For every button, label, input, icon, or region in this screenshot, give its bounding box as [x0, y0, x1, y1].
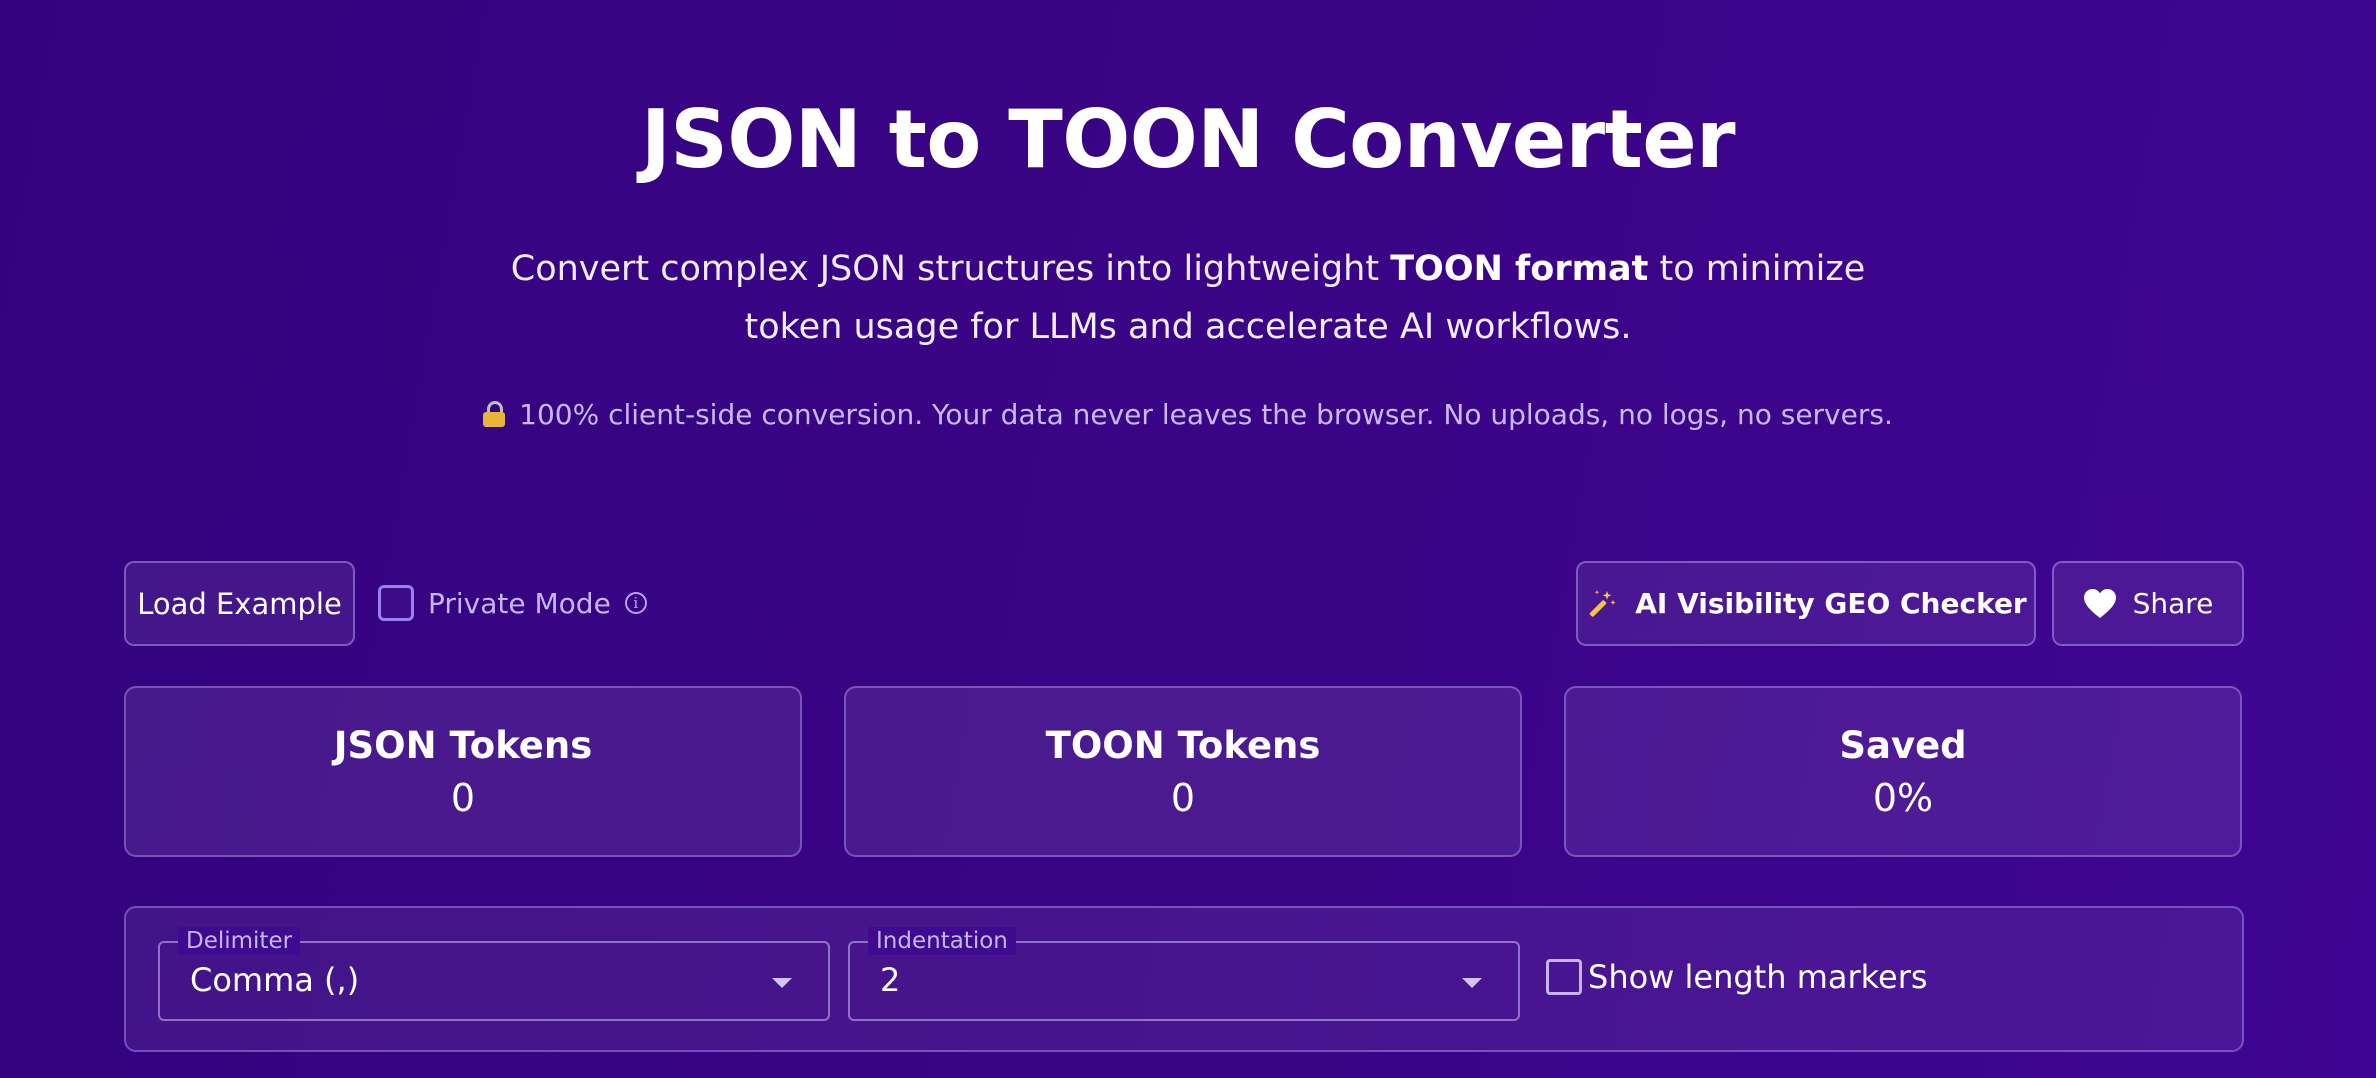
chevron-down-icon: [1462, 978, 1482, 988]
indentation-label: Indentation: [868, 927, 1016, 955]
options-panel: Delimiter Comma (,) Indentation 2 Show l…: [124, 906, 2244, 1052]
share-label: Share: [2132, 587, 2214, 620]
converter-page: JSON to TOON Converter Convert complex J…: [0, 0, 2376, 1078]
private-mode-label: Private Mode: [428, 586, 611, 620]
page-title: JSON to TOON Converter: [640, 93, 1736, 186]
saved-label: Saved: [1839, 724, 1967, 767]
geo-checker-button[interactable]: AI Visibility GEO Checker: [1576, 561, 2036, 646]
length-markers-checkbox[interactable]: [1546, 959, 1582, 995]
saved-card: Saved 0%: [1564, 686, 2242, 857]
private-mode-checkbox[interactable]: [378, 585, 414, 621]
privacy-note-text: 100% client-side conversion. Your data n…: [519, 398, 1893, 431]
delimiter-value: Comma (,): [190, 961, 360, 999]
json-tokens-card: JSON Tokens 0: [124, 686, 802, 857]
saved-value: 0%: [1872, 776, 1934, 820]
indentation-select[interactable]: Indentation 2: [848, 927, 1520, 1021]
toon-tokens-card: TOON Tokens 0: [844, 686, 1522, 857]
toon-tokens-label: TOON Tokens: [1045, 724, 1321, 767]
length-markers-label: Show length markers: [1588, 958, 1928, 996]
private-mode-toggle[interactable]: Private Mode i: [378, 580, 647, 626]
delimiter-label: Delimiter: [178, 927, 301, 955]
page-subtitle: Convert complex JSON structures into lig…: [470, 240, 1906, 356]
privacy-note: 100% client-side conversion. Your data n…: [0, 398, 2376, 431]
load-example-button[interactable]: Load Example: [124, 561, 355, 646]
magic-wand-icon: [1590, 589, 1616, 617]
subtitle-text-start: Convert complex JSON structures into lig…: [510, 249, 1391, 289]
chevron-down-icon: [772, 978, 792, 988]
indentation-value: 2: [880, 961, 901, 999]
share-button[interactable]: Share: [2052, 561, 2244, 646]
subtitle-highlight: TOON format: [1390, 249, 1649, 289]
heart-icon: [2083, 588, 2116, 618]
json-tokens-value: 0: [450, 776, 476, 820]
delimiter-select[interactable]: Delimiter Comma (,): [158, 927, 830, 1021]
length-markers-toggle[interactable]: Show length markers: [1546, 958, 1928, 996]
info-icon[interactable]: i: [624, 592, 647, 614]
geo-checker-label: AI Visibility GEO Checker: [1635, 587, 2027, 620]
lock-icon: [483, 401, 506, 427]
json-tokens-label: JSON Tokens: [333, 724, 593, 767]
toon-tokens-value: 0: [1170, 776, 1196, 820]
load-example-label: Load Example: [137, 586, 342, 621]
